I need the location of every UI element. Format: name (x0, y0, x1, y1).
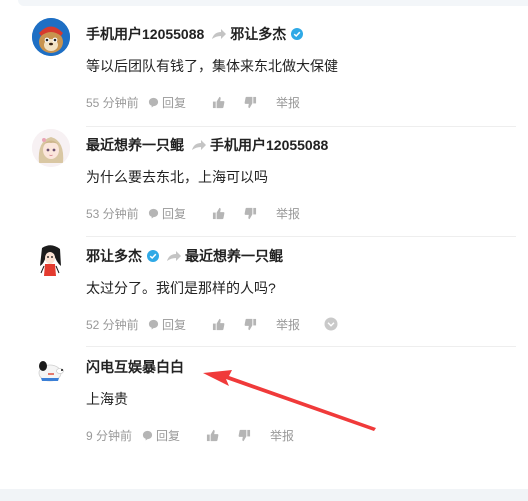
bottom-band (0, 489, 528, 501)
report-button[interactable]: 举报 (276, 316, 324, 333)
report-button[interactable]: 举报 (276, 205, 324, 222)
username[interactable]: 手机用户12055088 (86, 24, 204, 44)
comment-header: 闪电互娱暴白白 (86, 357, 184, 377)
username[interactable]: 闪电互娱暴白白 (86, 357, 184, 377)
thumbs-up-icon (212, 207, 225, 219)
avatar[interactable] (32, 18, 70, 56)
top-band (18, 0, 528, 6)
reply-arrow-icon (166, 250, 182, 262)
chevron-down-icon (324, 317, 338, 331)
like-button[interactable] (212, 96, 244, 109)
reply-arrow-icon (191, 139, 207, 151)
comment-bubble-icon (148, 97, 159, 108)
reply-label: 回复 (162, 95, 187, 110)
dislike-button[interactable] (244, 207, 276, 220)
comment-text: 等以后团队有钱了，集体来东北做大保健 (86, 58, 338, 74)
comment-bubble-icon (142, 430, 153, 441)
comment-text: 太过分了。我们是那样的人吗? (86, 280, 276, 296)
comment-bubble-icon (148, 319, 159, 330)
reply-button[interactable]: 回复 (148, 94, 212, 111)
comment-meta: 55 分钟前 回复 举报 (86, 94, 324, 110)
like-button[interactable] (212, 318, 244, 331)
comment-meta: 9 分钟前 回复 举报 (86, 427, 318, 443)
thumbs-down-icon (238, 429, 251, 441)
dislike-button[interactable] (244, 318, 276, 331)
thumbs-down-icon (244, 96, 257, 108)
username[interactable]: 最近想养一只鲲 (86, 135, 184, 155)
comment-header: 邪让多杰 最近想养一只鲲 (86, 246, 283, 266)
reply-button[interactable]: 回复 (148, 205, 212, 222)
reply-label: 回复 (162, 206, 187, 221)
thumbs-up-icon (206, 429, 219, 441)
more-button[interactable] (324, 317, 338, 331)
comment-header: 最近想养一只鲲 手机用户12055088 (86, 135, 328, 155)
report-button[interactable]: 举报 (270, 427, 318, 444)
avatar[interactable] (32, 129, 70, 167)
comment-meta: 52 分钟前 回复 举报 (86, 316, 338, 332)
avatar[interactable] (32, 240, 70, 278)
avatar[interactable] (32, 351, 70, 389)
verified-icon (291, 28, 304, 40)
like-button[interactable] (212, 207, 244, 220)
comment-text: 为什么要去东北，上海可以吗 (86, 169, 268, 185)
reply-to-username[interactable]: 手机用户12055088 (210, 135, 328, 155)
username[interactable]: 邪让多杰 (86, 246, 142, 266)
report-button[interactable]: 举报 (276, 94, 324, 111)
reply-label: 回复 (162, 317, 187, 332)
divider (86, 126, 516, 127)
comment-time: 9 分钟前 (86, 428, 133, 443)
thumbs-up-icon (212, 96, 225, 108)
like-button[interactable] (206, 429, 238, 442)
reply-label: 回复 (156, 428, 181, 443)
reply-button[interactable]: 回复 (148, 316, 212, 333)
comment-header: 手机用户12055088 邪让多杰 (86, 24, 304, 44)
reply-to-username[interactable]: 最近想养一只鲲 (185, 246, 283, 266)
comment-time: 52 分钟前 (86, 317, 139, 332)
thumbs-down-icon (244, 207, 257, 219)
comment-bubble-icon (148, 208, 159, 219)
comment-text: 上海贵 (86, 391, 128, 407)
divider (86, 346, 516, 347)
dislike-button[interactable] (238, 429, 270, 442)
thumbs-down-icon (244, 318, 257, 330)
comment-time: 53 分钟前 (86, 206, 139, 221)
comment-time: 55 分钟前 (86, 95, 139, 110)
divider (86, 236, 516, 237)
reply-button[interactable]: 回复 (142, 427, 206, 444)
comment-meta: 53 分钟前 回复 举报 (86, 205, 324, 221)
reply-to-username[interactable]: 邪让多杰 (230, 24, 286, 44)
dislike-button[interactable] (244, 96, 276, 109)
verified-icon (147, 250, 159, 262)
thumbs-up-icon (212, 318, 225, 330)
reply-arrow-icon (211, 28, 227, 40)
